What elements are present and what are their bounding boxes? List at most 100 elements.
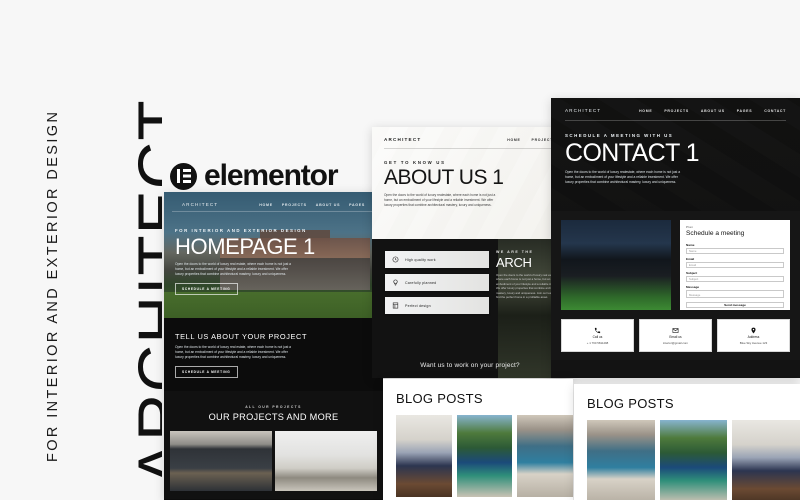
contact-info-cards: Call us + 1 760 5811298 Email us interio… <box>551 319 800 360</box>
email-field[interactable]: Email <box>686 262 784 268</box>
blog-posts-template-preview-right[interactable]: BLOG POSTS <box>574 384 800 500</box>
feature-row-carefully-planned[interactable]: Carefully planned <box>385 274 489 291</box>
homepage-navbar: ARCHITECT HOME PROJECTS ABOUT US PAGES <box>172 192 375 212</box>
contact-template-preview[interactable]: ARCHITECT HOME PROJECTS ABOUT US PAGES C… <box>551 98 800 378</box>
contact-nav-links: HOME PROJECTS ABOUT US PAGES CONTACT <box>639 109 786 113</box>
blog-posts-template-preview-left[interactable]: BLOG POSTS <box>383 379 574 500</box>
lightbulb-icon <box>392 279 399 286</box>
contact-card-value: + 1 760 5811298 <box>586 340 609 345</box>
schedule-meeting-form[interactable]: Plan Schedule a meeting Name Name Email … <box>680 220 790 310</box>
projects-gallery <box>164 422 383 492</box>
subject-label: Subject <box>686 270 698 275</box>
project-section-heading: TELL US ABOUT YOUR PROJECT <box>175 332 308 341</box>
contact-title: CONTACT 1 <box>565 139 700 167</box>
subject-field[interactable]: Subject <box>686 276 784 282</box>
nav-item-projects[interactable]: PROJECTS <box>282 203 307 207</box>
about-template-preview[interactable]: ARCHITECT HOME PROJECTS GET TO KNOW US A… <box>372 127 568 378</box>
vertical-banner: ARCHITECT FOR INTERIOR AND EXTERIOR DESI… <box>0 0 162 500</box>
project-thumb-living[interactable] <box>275 431 377 492</box>
project-thumb-kitchen[interactable] <box>170 431 272 492</box>
about-lower-section: High quality work Carefully planned Perf… <box>372 239 568 378</box>
nav-item-home[interactable]: HOME <box>507 138 520 142</box>
feature-label: High quality work <box>405 257 436 262</box>
about-cta-text: Want us to work on your project? <box>420 362 520 369</box>
contact-hero: ARCHITECT HOME PROJECTS ABOUT US PAGES C… <box>551 98 800 211</box>
about-title: ABOUT US 1 <box>384 166 504 189</box>
elementor-logo-icon <box>170 162 197 190</box>
blog-thumb-pool[interactable] <box>517 415 574 497</box>
hero-paragraph: Open the doors to the world of luxury re… <box>175 262 292 277</box>
homepage-hero: ARCHITECT HOME PROJECTS ABOUT US PAGES F… <box>164 192 383 318</box>
hero-eyebrow: FOR INTERIOR AND EXTERIOR DESIGN <box>175 228 307 233</box>
template-preview-canvas: ARCHITECT FOR INTERIOR AND EXTERIOR DESI… <box>0 0 800 500</box>
form-title: Schedule a meeting <box>686 230 745 237</box>
blog-thumb-palms[interactable] <box>659 420 728 500</box>
nav-item-pages[interactable]: PAGES <box>737 109 753 113</box>
about-hero-copy: GET TO KNOW US ABOUT US 1 Open the doors… <box>372 149 568 208</box>
elementor-wordmark: elementor <box>204 159 339 192</box>
phone-icon <box>594 327 601 334</box>
projects-eyebrow: ALL OUR PROJECTS <box>245 405 302 410</box>
form-eyebrow: Plan <box>686 225 694 229</box>
contact-eyebrow: SCHEDULE A MEETING WITH US <box>565 133 674 138</box>
nav-item-home[interactable]: HOME <box>259 203 273 207</box>
blog-thumb-pool[interactable] <box>587 420 655 500</box>
message-field[interactable]: Message <box>686 290 784 298</box>
feature-row-perfect-design[interactable]: Perfect design <box>385 297 489 314</box>
message-label: Message <box>686 284 700 289</box>
blog-thumb-dining[interactable] <box>732 420 800 500</box>
contact-card-call-us[interactable]: Call us + 1 760 5811298 <box>561 319 634 352</box>
contact-card-value: Blue Sky Avenue 123 <box>739 340 768 345</box>
homepage-project-section: TELL US ABOUT YOUR PROJECT Open the door… <box>164 318 383 392</box>
banner-subtitle: FOR INTERIOR AND EXTERIOR DESIGN <box>45 109 61 462</box>
projects-heading: OUR PROJECTS AND MORE <box>208 412 339 423</box>
contact-card-value: interior@gmail.com <box>663 340 688 345</box>
banner-title: ARCHITECT <box>124 99 162 486</box>
about-brand: ARCHITECT <box>384 137 422 142</box>
send-message-button[interactable]: Send message <box>686 301 784 308</box>
blog-heading: BLOG POSTS <box>396 391 483 406</box>
blog-thumb-row <box>574 411 800 500</box>
mail-icon <box>672 327 679 334</box>
nav-item-about-us[interactable]: ABOUT US <box>701 109 725 113</box>
nav-item-home[interactable]: HOME <box>639 109 652 113</box>
hero-cta-button[interactable]: SCHEDULE A MEETING <box>175 283 238 296</box>
contact-card-email-us[interactable]: Email us interior@gmail.com <box>639 319 712 352</box>
homepage-nav-links: HOME PROJECTS ABOUT US PAGES <box>259 203 365 207</box>
blog-thumb-row <box>383 406 574 497</box>
pin-icon <box>750 327 757 334</box>
blog-thumb-interior[interactable] <box>396 415 452 497</box>
feature-label: Carefully planned <box>405 280 437 285</box>
nav-item-projects[interactable]: PROJECTS <box>664 109 688 113</box>
contact-card-title: Call us <box>592 335 603 339</box>
contact-paragraph: Open the doors to the world of luxury re… <box>565 170 681 185</box>
about-nav-links: HOME PROJECTS <box>507 138 556 142</box>
about-paragraph: Open the doors to the world of luxury re… <box>384 193 496 208</box>
blog-thumb-palms[interactable] <box>456 415 513 497</box>
about-feature-list: High quality work Carefully planned Perf… <box>385 251 489 314</box>
project-section-paragraph: Open the doors to the world of luxury re… <box>175 345 292 360</box>
contact-card-title: Address <box>747 335 760 339</box>
contact-house-photo <box>561 220 671 310</box>
name-field[interactable]: Name <box>686 248 784 254</box>
nav-item-about-us[interactable]: ABOUT US <box>316 203 340 207</box>
clock-icon <box>392 256 399 263</box>
hero-title: HOMEPAGE 1 <box>175 234 315 259</box>
homepage-projects-section: ALL OUR PROJECTS OUR PROJECTS AND MORE <box>164 391 383 500</box>
nav-item-pages[interactable]: PAGES <box>349 203 365 207</box>
nav-item-contact[interactable]: CONTACT <box>764 109 786 113</box>
feature-label: Perfect design <box>405 303 431 308</box>
feature-row-high-quality-work[interactable]: High quality work <box>385 251 489 268</box>
contact-card-address[interactable]: Address Blue Sky Avenue 123 <box>717 319 790 352</box>
project-section-button[interactable]: SCHEDULE A MEETING <box>175 366 238 379</box>
contact-midsection: Plan Schedule a meeting Name Name Email … <box>551 211 800 319</box>
email-label: Email <box>686 256 695 261</box>
name-label: Name <box>686 242 695 247</box>
contact-navbar: ARCHITECT HOME PROJECTS ABOUT US PAGES C… <box>565 98 786 121</box>
about-navbar: ARCHITECT HOME PROJECTS <box>384 127 556 149</box>
hero-lawn <box>164 292 383 318</box>
homepage-template-preview[interactable]: ARCHITECT HOME PROJECTS ABOUT US PAGES F… <box>164 192 383 500</box>
about-hero: ARCHITECT HOME PROJECTS GET TO KNOW US A… <box>372 127 568 239</box>
about-cta: Want us to work on your project? <box>372 354 568 372</box>
about-eyebrow: GET TO KNOW US <box>384 160 446 165</box>
